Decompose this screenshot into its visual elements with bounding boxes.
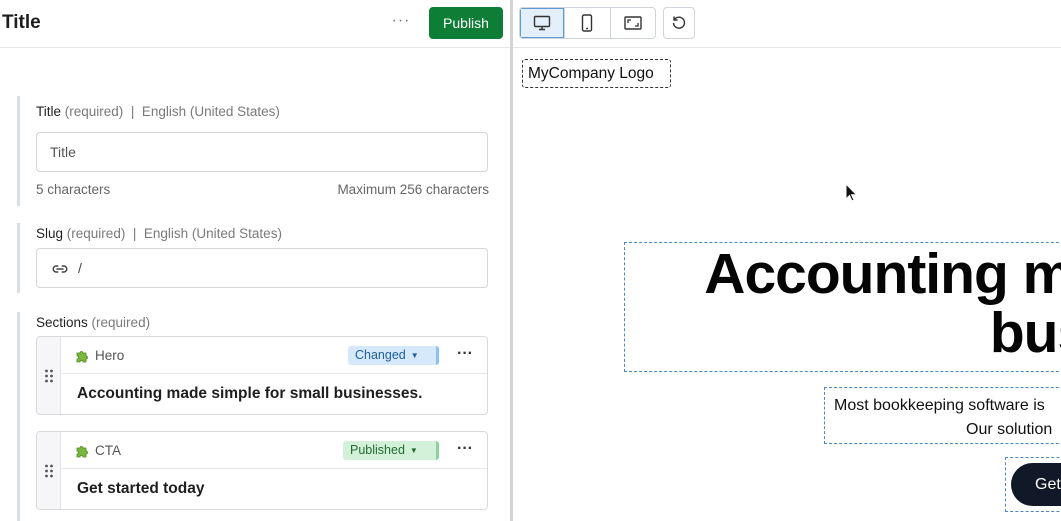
- more-options-button[interactable]: ···: [388, 12, 414, 34]
- section-card-cta[interactable]: CTA Published ▼ ··· Get started today: [36, 431, 488, 510]
- editor-header: Title ··· Publish: [0, 0, 510, 48]
- hero-heading-line-2: busi: [989, 301, 1061, 365]
- refresh-icon: [672, 16, 686, 29]
- hero-heading: Accounting ma busi: [625, 242, 1061, 365]
- hero-subtext-line-2: Our solution: [966, 421, 1053, 438]
- slug-label-text: Slug: [36, 226, 64, 241]
- sections-field-label: Sections (required): [36, 315, 150, 330]
- mobile-view-button[interactable]: [565, 8, 611, 38]
- link-icon: [52, 265, 68, 273]
- section-text: Accounting made simple for small busines…: [77, 385, 423, 402]
- section-more-button[interactable]: ···: [457, 346, 473, 362]
- required-marker: (required): [91, 315, 151, 330]
- section-type: Hero: [95, 348, 125, 363]
- locale-label: English (United States): [141, 104, 280, 119]
- mouse-cursor-icon: [845, 183, 858, 202]
- publish-button[interactable]: Publish: [429, 7, 503, 39]
- drag-column[interactable]: [37, 432, 61, 509]
- required-marker: (required): [64, 104, 124, 119]
- hero-subtext-line-1: Most bookkeeping software is: [834, 397, 1045, 414]
- section-card-hero[interactable]: Hero Changed ▼ ··· Accounting made simple…: [36, 336, 488, 415]
- puzzle-icon: [76, 446, 88, 458]
- title-field-label: Title (required) | English (United State…: [36, 104, 280, 119]
- desktop-icon: [533, 15, 551, 31]
- hero-subtext-block[interactable]: Most bookkeeping software is Our solutio…: [824, 387, 1061, 444]
- slug-field-label: Slug (required) | English (United States…: [36, 226, 282, 241]
- device-switcher: [519, 7, 656, 39]
- label-separator: |: [130, 104, 135, 119]
- sections-label-text: Sections: [36, 315, 88, 330]
- slug-field: Slug (required) | English (United States…: [17, 223, 491, 293]
- desktop-view-button[interactable]: [520, 8, 566, 38]
- title-input[interactable]: [36, 132, 488, 172]
- section-more-button[interactable]: ···: [457, 441, 473, 457]
- required-marker: (required): [66, 226, 126, 241]
- drag-handle-icon[interactable]: [44, 369, 54, 383]
- section-card-header: Hero Changed ▼ ···: [61, 337, 487, 374]
- section-type: CTA: [95, 443, 121, 458]
- status-text: Published: [350, 443, 405, 457]
- drag-handle-icon[interactable]: [44, 464, 54, 478]
- sections-field: Sections (required) Hero Changed ▼ ··· A…: [17, 312, 491, 521]
- label-separator: |: [132, 226, 137, 241]
- refresh-button[interactable]: [663, 7, 695, 39]
- chevron-down-icon: ▼: [410, 351, 419, 360]
- hero-heading-line-1: Accounting ma: [704, 242, 1061, 306]
- mobile-icon: [582, 14, 593, 32]
- resize-icon: [624, 16, 642, 30]
- chevron-down-icon: ▼: [409, 446, 418, 455]
- entry-editor: Title ··· Publish Title (required) | Eng…: [0, 0, 510, 521]
- section-card-header: CTA Published ▼ ···: [61, 432, 487, 469]
- live-preview: MyCompany Logo Accounting ma busi Most b…: [513, 0, 1061, 521]
- char-count: 5 characters: [36, 182, 111, 197]
- status-badge[interactable]: Changed ▼: [348, 346, 439, 365]
- title-label-text: Title: [36, 104, 62, 119]
- section-text: Get started today: [77, 480, 205, 497]
- responsive-view-button[interactable]: [610, 8, 655, 38]
- puzzle-icon: [76, 351, 88, 363]
- max-chars: Maximum 256 characters: [337, 182, 489, 197]
- status-text: Changed: [355, 348, 406, 362]
- cta-button[interactable]: Get: [1011, 463, 1061, 506]
- slug-input[interactable]: /: [36, 248, 488, 288]
- locale-label: English (United States): [143, 226, 282, 241]
- hero-heading-block[interactable]: Accounting ma busi: [624, 242, 1061, 372]
- hero-subtext: Most bookkeeping software is Our solutio…: [834, 394, 1061, 442]
- logo-placeholder[interactable]: MyCompany Logo: [522, 59, 671, 88]
- title-field: Title (required) | English (United State…: [17, 96, 491, 206]
- page-title: Title: [2, 12, 41, 33]
- slug-value: /: [78, 260, 82, 276]
- drag-column[interactable]: [37, 337, 61, 414]
- cta-block[interactable]: Get: [1005, 457, 1061, 512]
- preview-toolbar: [513, 0, 1061, 48]
- status-badge[interactable]: Published ▼: [343, 441, 439, 460]
